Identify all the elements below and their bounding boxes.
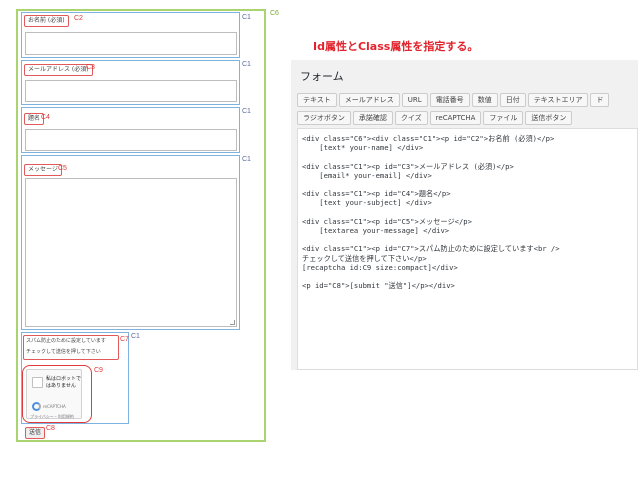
tag-button-quiz[interactable]: クイズ: [394, 111, 428, 125]
recaptcha-text-line1: 私はロボットで: [46, 376, 82, 382]
code-line: [email* your-email] </div>: [302, 170, 432, 180]
name-field-group: お名前 (必須) C2: [21, 12, 240, 58]
message-id-tag: C5: [58, 165, 67, 172]
name-id-tag: C2: [74, 15, 83, 22]
spam-note-line1: スパム防止のために設定しています: [26, 338, 106, 344]
spam-class-tag: C1: [131, 333, 140, 340]
tag-button-email[interactable]: メールアドレス: [338, 93, 400, 107]
tag-button-text[interactable]: テキスト: [297, 93, 337, 107]
name-label: お名前 (必須): [24, 15, 69, 27]
page-heading: Id属性とClass属性を指定する。: [313, 40, 479, 53]
subject-id-tag: C4: [41, 114, 50, 121]
email-class-tag: C1: [242, 61, 251, 68]
email-id-tag: C3: [86, 64, 95, 71]
c6-tag: C6: [270, 10, 279, 17]
form-code-editor[interactable]: <div class="C6"><div class="C1"><p id="C…: [297, 128, 638, 370]
submit-button[interactable]: 送信: [25, 427, 46, 439]
message-class-tag: C1: [242, 156, 251, 163]
recaptcha-text-line2: はありません: [46, 383, 76, 389]
subject-input[interactable]: [25, 129, 237, 151]
recaptcha-checkbox[interactable]: [32, 377, 43, 388]
name-class-tag: C1: [242, 14, 251, 21]
code-line: <p id="C8">[submit "送信"]</p></div>: [302, 281, 455, 291]
code-line: [text your-subject] </div>: [302, 198, 432, 208]
email-input[interactable]: [25, 80, 237, 102]
code-line: チェックして送信を押して下さい</p>: [302, 253, 427, 263]
code-line: <div class="C6"><div class="C1"><p id="C…: [302, 134, 555, 143]
tag-button-acceptance[interactable]: 承諾確認: [352, 111, 393, 125]
recaptcha-logo-icon: [32, 402, 41, 411]
code-line: <div class="C1"><p id="C4">題名</p>: [302, 189, 451, 199]
spam-note: スパム防止のために設定しています チェックして送信を押して下さい: [23, 335, 119, 360]
subject-field-group: 題名 C4: [21, 107, 240, 153]
recaptcha-privacy-link[interactable]: プライバシー・利用規約: [30, 414, 74, 419]
code-line: <div class="C1"><p id="C7">スパム防止のために設定して…: [302, 244, 560, 254]
email-field-group: メールアドレス (必須) C3: [21, 60, 240, 105]
tag-button-url[interactable]: URL: [401, 93, 428, 107]
tag-button-dropdown[interactable]: ド: [590, 93, 610, 107]
tag-button-recaptcha[interactable]: reCAPTCHA: [429, 111, 482, 125]
recaptcha-widget: 私はロボットで はありません reCAPTCHA プライバシー・利用規約: [26, 369, 82, 419]
message-field-group: メッセージ C5: [21, 155, 240, 330]
code-line: <div class="C1"><p id="C3">メールアドレス (必須)<…: [302, 161, 514, 171]
tag-button-tel[interactable]: 電話番号: [429, 93, 470, 107]
tag-button-radio[interactable]: ラジオボタン: [297, 111, 351, 125]
code-line: [recaptcha id:C9 size:compact]</div>: [302, 262, 458, 272]
name-input[interactable]: [25, 32, 237, 55]
tag-button-textarea[interactable]: テキストエリア: [527, 93, 589, 107]
tag-button-date[interactable]: 日付: [499, 93, 526, 107]
message-textarea[interactable]: [25, 178, 237, 327]
recaptcha-id-tag: C9: [94, 367, 103, 374]
tag-button-submit[interactable]: 送信ボタン: [525, 111, 573, 125]
form-editor-panel: フォーム テキスト メールアドレス URL 電話番号 数値 日付 テキストエリアド ラジオボ…: [291, 60, 638, 370]
recaptcha-brand: reCAPTCHA: [43, 404, 66, 409]
spam-note-line2: チェックして送信を押して下さい: [26, 349, 101, 355]
editor-title: フォーム: [300, 70, 344, 83]
email-label: メールアドレス (必須): [24, 64, 93, 76]
code-line: [text* your-name] </div>: [302, 143, 424, 153]
resize-grip-icon[interactable]: [230, 320, 235, 325]
submit-id-tag: C8: [46, 425, 55, 432]
tag-button-row-1: テキスト メールアドレス URL 電話番号 数値 日付 テキストエリアド: [297, 93, 611, 112]
subject-class-tag: C1: [242, 108, 251, 115]
spam-id-tag: C7: [120, 336, 129, 343]
code-line: <div class="C1"><p id="C5">メッセージ</p>: [302, 216, 472, 226]
code-line: [textarea your-message] </div>: [302, 226, 450, 236]
tag-button-number[interactable]: 数値: [471, 93, 498, 107]
tag-button-file[interactable]: ファイル: [483, 111, 524, 125]
message-label: メッセージ: [24, 164, 62, 176]
